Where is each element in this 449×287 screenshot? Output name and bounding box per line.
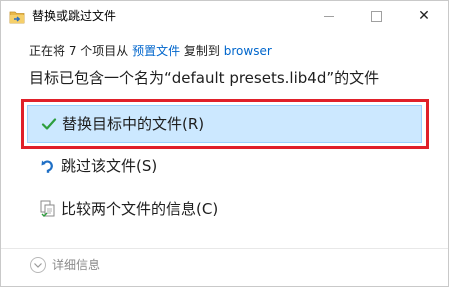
window-title: 替换或跳过文件: [32, 9, 117, 23]
checkmark-icon: [38, 117, 60, 131]
compare-files-icon: [37, 200, 59, 218]
compare-files-label: 比较两个文件的信息(C): [61, 200, 219, 218]
folder-move-icon: [9, 9, 25, 24]
source-folder-link[interactable]: 预置文件: [132, 44, 180, 58]
minimize-icon: [324, 15, 334, 17]
compare-files-option[interactable]: 比较两个文件的信息(C): [27, 190, 422, 228]
subtitle-prefix: 正在将 7 个项目从: [29, 44, 133, 58]
more-details-label: 详细信息: [52, 258, 101, 272]
dialog-footer: 详细信息: [1, 249, 448, 286]
subtitle-middle: 复制到: [180, 44, 224, 58]
maximize-icon: [370, 10, 382, 22]
maximize-button[interactable]: [353, 1, 399, 31]
skip-arrow-icon: [37, 158, 59, 174]
replace-or-skip-dialog: 替换或跳过文件 ✕ 正在将 7 个项目从 预置文件 复制到 browser 目标…: [0, 0, 449, 287]
more-details-button[interactable]: 详细信息: [30, 257, 100, 273]
close-icon: ✕: [418, 8, 430, 24]
destination-folder-link[interactable]: browser: [224, 44, 272, 58]
replace-file-label: 替换目标中的文件(R): [62, 115, 205, 133]
skip-file-label: 跳过该文件(S): [61, 157, 158, 175]
replace-file-option[interactable]: 替换目标中的文件(R): [27, 105, 422, 143]
close-button[interactable]: ✕: [401, 1, 447, 31]
minimize-button[interactable]: [306, 1, 352, 31]
skip-file-option[interactable]: 跳过该文件(S): [27, 147, 422, 185]
chevron-down-icon: [30, 257, 46, 273]
copy-progress-text: 正在将 7 个项目从 预置文件 复制到 browser: [29, 43, 272, 59]
title-bar[interactable]: 替换或跳过文件 ✕: [1, 1, 448, 32]
conflict-heading: 目标已包含一个名为“default presets.lib4d”的文件: [29, 69, 380, 87]
